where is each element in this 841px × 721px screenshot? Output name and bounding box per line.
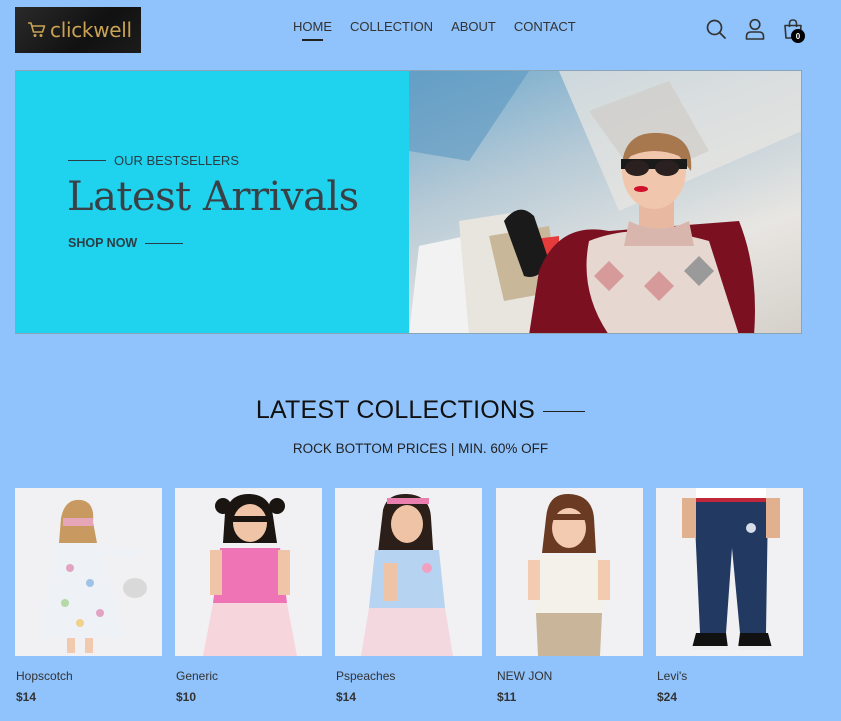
search-icon[interactable]: [705, 18, 727, 40]
shop-now-link[interactable]: SHOP NOW: [68, 236, 184, 250]
product-photo-pink-top: [203, 493, 297, 656]
product-card[interactable]: Hopscotch $14: [15, 488, 162, 704]
product-photo-navy-joggers: [682, 488, 780, 650]
product-image[interactable]: [15, 488, 162, 656]
product-card[interactable]: Pspeaches $14: [335, 488, 482, 704]
cart-count-badge: 0: [791, 29, 805, 43]
product-price: $24: [657, 690, 678, 704]
product-name[interactable]: Generic: [176, 669, 218, 683]
hero-banner: OUR BESTSELLERS Latest Arrivals SHOP NOW: [15, 70, 802, 334]
hero-title: Latest Arrivals: [67, 174, 359, 220]
collection-title: LATEST COLLECTIONS: [255, 396, 536, 424]
nav-home[interactable]: HOME: [293, 19, 332, 41]
product-name[interactable]: Levi's: [657, 669, 687, 683]
product-card[interactable]: NEW JON $11: [496, 488, 643, 704]
eyebrow-line: [68, 160, 106, 161]
hero-text-panel: OUR BESTSELLERS Latest Arrivals SHOP NOW: [16, 71, 409, 333]
product-image[interactable]: [335, 488, 482, 656]
title-line: [543, 411, 586, 412]
site-header: clickwell HOME COLLECTION ABOUT CONTACT …: [0, 0, 841, 60]
hero-photo-woman-shopping: [409, 71, 801, 333]
user-icon[interactable]: [744, 18, 766, 40]
product-card[interactable]: Levi's $24: [656, 488, 803, 704]
collection-subtitle: ROCK BOTTOM PRICES | MIN. 60% OFF: [292, 441, 549, 456]
cart-icon: [28, 22, 46, 37]
hero-eyebrow-label: OUR BESTSELLERS: [114, 153, 239, 168]
product-image[interactable]: [656, 488, 803, 656]
brand-name: clickwell: [50, 18, 132, 42]
collection-heading: LATEST COLLECTIONS: [0, 396, 841, 425]
product-price: $14: [336, 690, 357, 704]
nav-collection[interactable]: COLLECTION: [350, 19, 433, 41]
hero-image: [409, 71, 801, 333]
product-price: $10: [176, 690, 197, 704]
product-photo-white-top: [528, 493, 610, 656]
main-nav: HOME COLLECTION ABOUT CONTACT: [293, 19, 576, 41]
product-name[interactable]: NEW JON: [497, 669, 552, 683]
product-price: $14: [16, 690, 37, 704]
product-card[interactable]: Generic $10: [175, 488, 322, 704]
cta-line: [145, 242, 184, 244]
nav-about[interactable]: ABOUT: [451, 19, 496, 41]
nav-contact[interactable]: CONTACT: [514, 19, 576, 41]
shop-now-label: SHOP NOW: [68, 236, 138, 250]
product-price: $11: [497, 690, 517, 704]
hero-eyebrow: OUR BESTSELLERS: [68, 153, 239, 168]
product-name[interactable]: Hopscotch: [16, 669, 73, 683]
product-name[interactable]: Pspeaches: [336, 669, 395, 683]
product-photo-blue-top: [361, 493, 453, 656]
product-image[interactable]: [175, 488, 322, 656]
product-image[interactable]: [496, 488, 643, 656]
product-photo-floral-dress: [40, 499, 147, 653]
brand-logo[interactable]: clickwell: [15, 7, 141, 53]
